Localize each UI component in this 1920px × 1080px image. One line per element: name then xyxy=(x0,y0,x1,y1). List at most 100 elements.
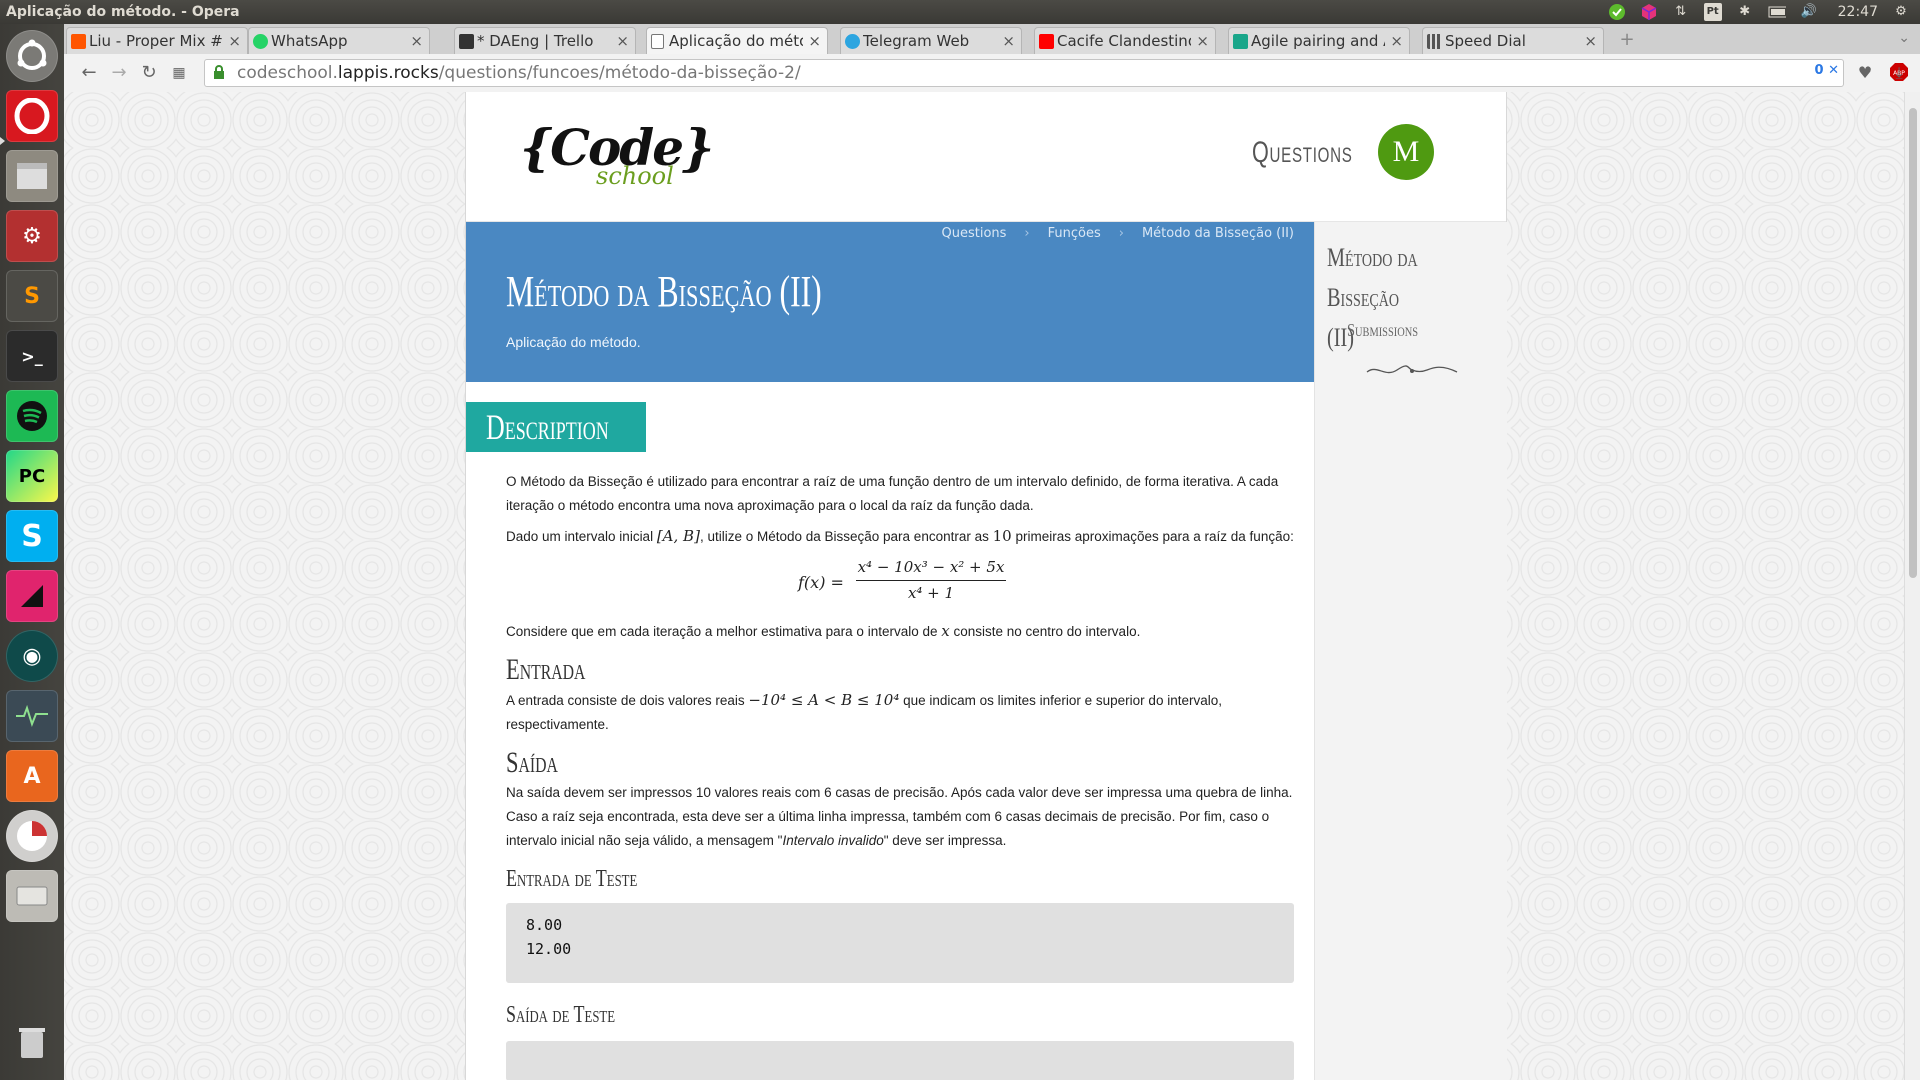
back-icon[interactable]: ← xyxy=(78,62,100,84)
download-icon[interactable]: ⤓ xyxy=(1888,62,1910,84)
sidebar-item-submissions[interactable]: Submissions xyxy=(1347,320,1418,341)
tab-label: Liu - Proper Mix #6 d xyxy=(89,32,223,50)
tab-label: Telegram Web xyxy=(863,32,970,50)
chevron-right-icon: › xyxy=(1118,226,1124,241)
breadcrumb-current[interactable]: Método da Bisseção (II) xyxy=(1142,226,1294,241)
breadcrumb-funcoes[interactable]: Funções xyxy=(1048,226,1101,241)
system-monitor-icon[interactable] xyxy=(6,690,58,742)
test-output-heading: Saída de Teste xyxy=(506,1002,616,1028)
formula-denominator: x⁴ + 1 xyxy=(907,584,955,602)
volume-icon[interactable]: 🔊 xyxy=(1800,3,1818,21)
agile-icon xyxy=(1233,34,1248,49)
heart-icon[interactable]: ♥ xyxy=(1854,62,1876,84)
software-center-icon[interactable]: A xyxy=(6,750,58,802)
whatsapp-icon xyxy=(253,34,268,49)
tab-menu-icon[interactable]: ⌄ xyxy=(1898,30,1910,46)
close-icon[interactable]: × xyxy=(228,28,241,54)
network-arrows-icon[interactable]: ⇅ xyxy=(1672,3,1690,21)
tab-telegram[interactable]: Telegram Web × xyxy=(840,27,1022,54)
tab-codeschool[interactable]: Aplicação do métod × xyxy=(646,27,828,54)
power-gear-icon[interactable]: ⚙ xyxy=(1892,3,1910,21)
pycharm-icon[interactable]: PC xyxy=(6,450,58,502)
codeschool-logo[interactable]: {Code} school xyxy=(520,112,714,202)
tab-label: Agile pairing and Ag xyxy=(1251,32,1385,50)
tab-soundcloud[interactable]: Liu - Proper Mix #6 d × xyxy=(66,27,248,54)
launcher: ⚙ S >_ PC S ◉ A xyxy=(0,24,65,1080)
document-icon xyxy=(651,34,664,49)
sidebar: Método da Bisseção (II) Submissions xyxy=(1314,222,1507,1080)
function-formula: f(x) = x⁴ − 10x³ − x² + 5x x⁴ + 1 xyxy=(506,555,1296,611)
avatar[interactable]: M xyxy=(1378,124,1434,180)
nav-questions-link[interactable]: Questions xyxy=(1252,136,1353,170)
files-icon[interactable] xyxy=(6,150,58,202)
scrollbar-thumb[interactable] xyxy=(1909,108,1917,578)
page-scrollbar[interactable] xyxy=(1904,92,1920,1080)
tab-speed-dial[interactable]: Speed Dial × xyxy=(1422,27,1604,54)
tab-whatsapp[interactable]: WhatsApp × xyxy=(248,27,430,54)
telegram-icon xyxy=(845,34,860,49)
cube-icon[interactable] xyxy=(1640,3,1658,21)
question-content: O Método da Bisseção é utilizado para en… xyxy=(506,470,1296,1080)
saida-heading: Saída xyxy=(506,746,558,779)
tab-bar: Liu - Proper Mix #6 d × WhatsApp × * DAE… xyxy=(64,24,1920,54)
entrada-heading: Entrada xyxy=(506,653,586,686)
lock-icon xyxy=(214,65,224,79)
description-paragraph-1: O Método da Bisseção é utilizado para en… xyxy=(506,474,1279,513)
saida-paragraph: Na saída devem ser impressos 10 valores … xyxy=(506,785,1293,848)
site-header: {Code} school Questions M xyxy=(466,92,1506,222)
close-icon[interactable]: × xyxy=(808,28,821,54)
formula-numerator: x⁴ − 10x³ − x² + 5x xyxy=(856,555,1006,581)
close-icon[interactable]: × xyxy=(1196,28,1209,54)
forward-icon[interactable]: → xyxy=(108,62,130,84)
tab-youtube[interactable]: Cacife Clandestino - × xyxy=(1034,27,1216,54)
logo-school-text: school xyxy=(596,162,674,190)
close-icon[interactable]: × xyxy=(1390,28,1403,54)
gitkraken-icon[interactable]: ◉ xyxy=(6,630,58,682)
terminal-icon[interactable]: >_ xyxy=(6,330,58,382)
window-title: Aplicação do método. - Opera xyxy=(6,4,240,20)
settings-icon[interactable]: ⚙ xyxy=(6,210,58,262)
opera-icon[interactable] xyxy=(6,90,58,142)
close-icon[interactable]: × xyxy=(1584,28,1597,54)
tab-label: WhatsApp xyxy=(271,32,348,50)
trello-icon xyxy=(459,34,474,49)
tab-agile[interactable]: Agile pairing and Ag × xyxy=(1228,27,1410,54)
trash-icon[interactable] xyxy=(6,1016,58,1068)
new-tab-button[interactable]: + xyxy=(1614,27,1640,53)
top-panel: Aplicação do método. - Opera ⇅ Pt ✱ 🔊 22… xyxy=(0,0,1920,24)
chevron-right-icon: › xyxy=(1024,226,1030,241)
question-hero: Questions › Funções › Método da Bisseção… xyxy=(466,222,1314,382)
youtube-icon xyxy=(1039,34,1054,49)
skype-icon[interactable]: S xyxy=(6,510,58,562)
tracker-counter[interactable]: 0 ✕ xyxy=(1815,63,1839,78)
speed-dial-grid-icon[interactable]: ▦ xyxy=(168,62,190,84)
close-icon[interactable]: × xyxy=(1002,28,1015,54)
battery-icon[interactable] xyxy=(1768,3,1786,21)
zeal-icon[interactable] xyxy=(6,570,58,622)
ubuntu-dash-icon[interactable] xyxy=(6,30,58,82)
sublime-icon[interactable]: S xyxy=(6,270,58,322)
bluetooth-icon[interactable]: ✱ xyxy=(1736,3,1754,21)
keyboard-layout-icon[interactable]: Pt xyxy=(1703,3,1722,21)
system-tray: ⇅ Pt ✱ 🔊 22:47 ⚙ xyxy=(1608,0,1910,24)
tab-label: * DAEng | Trello xyxy=(477,32,594,50)
url-text: codeschool.lappis.rocks/questions/funcoe… xyxy=(237,63,801,83)
url-field[interactable]: codeschool.lappis.rocks/questions/funcoe… xyxy=(204,59,1844,87)
page-title: Método da Bisseção (II) xyxy=(506,267,822,316)
tab-label: Speed Dial xyxy=(1445,32,1526,50)
breadcrumb-questions[interactable]: Questions xyxy=(942,226,1007,241)
drive-icon[interactable] xyxy=(6,870,58,922)
entrada-paragraph: A entrada consiste de dois valores reais… xyxy=(506,691,1222,732)
spotify-icon[interactable] xyxy=(6,390,58,442)
disk-usage-icon[interactable] xyxy=(6,810,58,862)
site-container: {Code} school Questions M Questions › Fu… xyxy=(466,92,1507,1080)
check-icon[interactable] xyxy=(1608,3,1626,21)
clock[interactable]: 22:47 xyxy=(1838,0,1878,24)
reload-icon[interactable]: ↻ xyxy=(138,62,160,84)
description-label: Description xyxy=(486,407,609,447)
close-icon[interactable]: × xyxy=(616,28,629,54)
tab-trello[interactable]: * DAEng | Trello × xyxy=(454,27,636,54)
close-icon[interactable]: × xyxy=(410,28,423,54)
tab-label: Aplicação do métod xyxy=(669,32,803,50)
code-line: 8.00 xyxy=(526,916,563,934)
